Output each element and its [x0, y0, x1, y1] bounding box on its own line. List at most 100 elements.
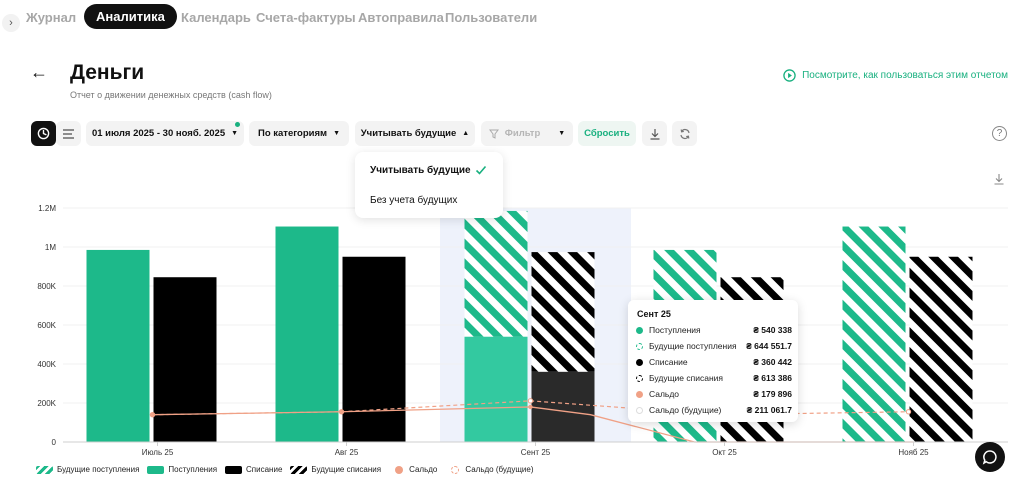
tooltip-row-label: Будущие поступления: [649, 341, 737, 351]
chart-download-icon[interactable]: [993, 172, 1005, 185]
chat-bubble-icon: [982, 450, 997, 465]
legend-label: Будущие списания: [311, 465, 382, 474]
download-icon: [650, 128, 659, 140]
chevron-down-icon: ▼: [558, 130, 566, 137]
legend-label: Сальдо: [409, 465, 438, 474]
legend-item-future-expense[interactable]: Будущие списания: [290, 465, 381, 474]
tooltip-row-saldo: Сальдо ₴ 179 896: [636, 386, 792, 402]
tooltip-row-value: ₴ 360 442: [753, 357, 792, 367]
expense-dot-icon: [636, 358, 643, 366]
filter-button[interactable]: Фильтр ▼: [481, 121, 573, 146]
play-circle-icon: [783, 69, 796, 82]
group-by-value: По категориям: [257, 128, 328, 139]
future-saldo-dot-icon: [636, 406, 643, 414]
date-range-select[interactable]: 01 июля 2025 - 30 нояб. 2025 ▼: [86, 121, 244, 146]
future-expense-bar: [531, 252, 595, 372]
tab-calendar[interactable]: Календарь: [181, 10, 251, 25]
page-subtitle: Отчет о движении денежных средств (cash …: [70, 90, 272, 100]
legend-item-future-saldo[interactable]: Сальдо (будущие): [451, 465, 534, 474]
legend-item-income[interactable]: Поступления: [147, 465, 217, 474]
x-tick-label: Нояб 25: [898, 448, 929, 457]
future-expense-swatch-icon: [290, 465, 308, 474]
legend-label: Сальдо (будущие): [465, 465, 534, 474]
dropdown-option-exclude-future[interactable]: Без учета будущих: [370, 195, 457, 206]
saldo-point: [150, 412, 155, 417]
list-view-button[interactable]: [56, 121, 81, 146]
future-expense-dot-icon: [636, 374, 643, 382]
chevron-down-icon: ▼: [333, 130, 341, 137]
future-mode-value: Учитывать будущие: [360, 128, 457, 139]
expense-swatch-icon: [225, 465, 243, 474]
future-mode-select[interactable]: Учитывать будущие ▲: [355, 121, 475, 146]
download-button[interactable]: [642, 121, 667, 146]
tab-journal[interactable]: Журнал: [26, 10, 76, 25]
saldo-point: [528, 404, 533, 410]
tooltip-title: Сент 25: [637, 309, 671, 319]
x-tick-label: Окт 25: [712, 448, 737, 457]
side-toggle[interactable]: ›: [2, 14, 20, 32]
filter-icon: [488, 129, 499, 139]
future-income-swatch-icon: [36, 465, 53, 474]
expense-bar: [153, 277, 217, 442]
tooltip-row-value: ₴ 540 338: [753, 325, 792, 335]
chart-legend: Будущие поступления Поступления Списание…: [36, 465, 542, 474]
legend-item-saldo[interactable]: Сальдо: [395, 465, 437, 474]
tab-invoices[interactable]: Счета-фактуры: [256, 10, 356, 25]
reset-button[interactable]: Сбросить: [578, 121, 636, 146]
saldo-point: [339, 409, 344, 414]
filter-label: Фильтр: [504, 128, 541, 139]
y-tick-label: 0: [52, 438, 57, 447]
chevron-up-icon: ▲: [462, 130, 470, 137]
group-by-select[interactable]: По категориям ▼: [249, 121, 349, 146]
future-income-bar: [464, 210, 528, 337]
help-icon[interactable]: ?: [992, 126, 1007, 141]
back-arrow-icon[interactable]: ←: [30, 62, 48, 83]
help-link[interactable]: Посмотрите, как пользоваться этим отчето…: [783, 69, 1008, 82]
tooltip-row-future-expense: Будущие списания ₴ 613 386: [636, 370, 792, 386]
chart-view-icon: [37, 127, 50, 140]
legend-item-future-income[interactable]: Будущие поступления: [36, 465, 139, 474]
future-saldo-point: [527, 398, 534, 404]
legend-label: Будущие поступления: [57, 465, 140, 474]
cashflow-chart: 0 200K 400K 600K 800K 1M 1.2M Июль 25 Авг 25 Сент…: [37, 204, 1008, 457]
tooltip-row-label: Сальдо: [649, 389, 680, 399]
saldo-dot-icon: [636, 390, 643, 398]
income-dot-icon: [636, 326, 643, 334]
tooltip-row-value: ₴ 644 551.7: [746, 341, 792, 351]
income-bar: [86, 249, 150, 442]
legend-label: Списание: [246, 465, 283, 474]
tooltip-row-value: ₴ 179 896: [753, 389, 792, 399]
refresh-button[interactable]: [672, 121, 697, 146]
date-range-value: 01 июля 2025 - 30 нояб. 2025: [91, 128, 226, 139]
page-title: Деньги: [70, 61, 145, 84]
tooltip-row-income: Поступления ₴ 540 338: [636, 322, 792, 338]
dropdown-option-include-future[interactable]: Учитывать будущие: [370, 165, 471, 176]
tooltip-row-label: Списание: [649, 357, 688, 367]
chat-button[interactable]: [975, 442, 1005, 472]
legend-item-expense[interactable]: Списание: [225, 465, 282, 474]
y-tick-label: 1.2M: [38, 204, 56, 213]
income-bar: [464, 336, 528, 442]
x-tick-label: Авг 25: [335, 448, 359, 457]
expense-bar: [531, 371, 595, 442]
tab-analytics[interactable]: Аналитика: [84, 4, 177, 29]
tooltip-row-label: Поступления: [649, 325, 701, 335]
legend-label: Поступления: [168, 465, 218, 474]
x-tick-label: Сент 25: [521, 448, 551, 457]
tooltip-row-future-income: Будущие поступления ₴ 644 551.7: [636, 338, 792, 354]
tooltip-row-label: Сальдо (будущие): [649, 405, 722, 415]
tab-users[interactable]: Пользователи: [445, 10, 537, 25]
tooltip-row-expense: Списание ₴ 360 442: [636, 354, 792, 370]
tooltip-row-value: ₴ 211 061.7: [746, 405, 792, 415]
list-view-icon: [63, 128, 74, 139]
chart-tooltip: Сент 25 Поступления ₴ 540 338 Будущие по…: [628, 300, 798, 422]
tab-autorules[interactable]: Автоправила: [358, 10, 444, 25]
future-mode-dropdown: Учитывать будущие Без учета будущих: [355, 152, 503, 218]
check-icon: [475, 165, 487, 175]
help-link-label: Посмотрите, как пользоваться этим отчето…: [802, 70, 1008, 81]
chart-view-button[interactable]: [31, 121, 56, 146]
future-expense-bar: [909, 256, 973, 442]
y-tick-label: 1M: [45, 243, 56, 252]
x-tick-label: Июль 25: [142, 448, 174, 457]
saldo-dot-icon: [395, 465, 404, 474]
